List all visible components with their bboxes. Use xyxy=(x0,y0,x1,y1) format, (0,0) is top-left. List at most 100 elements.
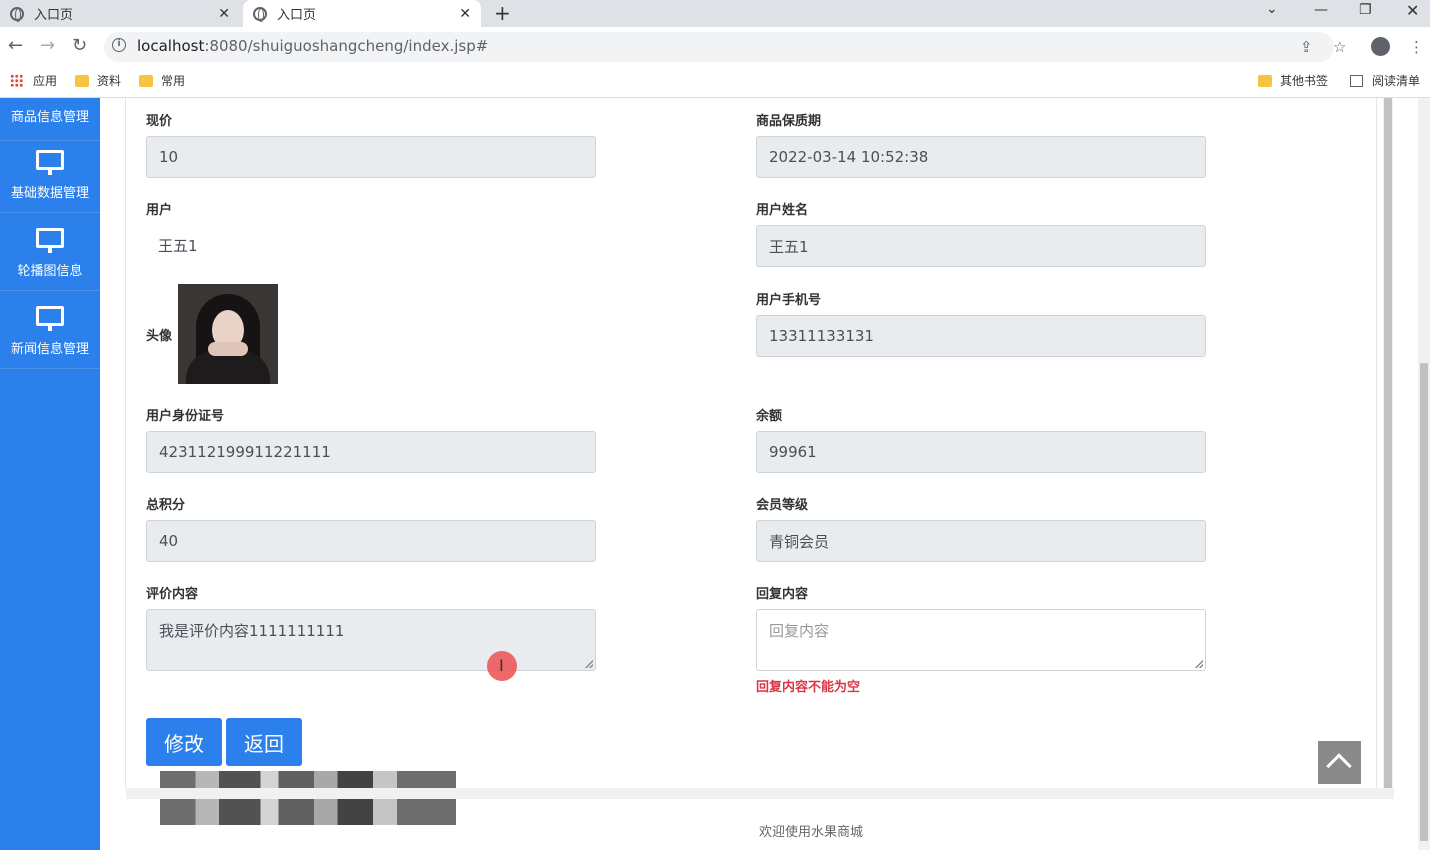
profile-avatar-icon[interactable] xyxy=(1371,37,1390,56)
back-button[interactable]: 返回 xyxy=(226,718,302,766)
resize-handle-icon[interactable] xyxy=(1195,660,1203,668)
balance-value: 99961 xyxy=(769,443,817,461)
sidebar-item-carousel[interactable]: 轮播图信息 xyxy=(0,228,100,279)
bookmark-other[interactable]: 其他书签 xyxy=(1258,72,1328,89)
reading-list-icon xyxy=(1350,74,1363,87)
reply-textarea[interactable]: 回复内容 xyxy=(756,609,1206,671)
content-scrollbar[interactable] xyxy=(1383,98,1393,788)
sidebar-item-label: 新闻信息管理 xyxy=(10,342,89,357)
phone-value: 13311133131 xyxy=(769,327,874,345)
horizontal-scrollbar[interactable] xyxy=(126,788,1394,799)
tab-title: 入口页 xyxy=(34,8,74,23)
info-icon[interactable]: i xyxy=(112,38,126,52)
sidebar-divider xyxy=(0,290,100,291)
shelf-life-label: 商品保质期 xyxy=(756,114,822,129)
apps-grid-icon xyxy=(10,74,23,87)
mouse-cursor-icon xyxy=(487,651,517,681)
page-scrollbar[interactable] xyxy=(1418,98,1430,850)
phone-field: 13311133131 xyxy=(756,315,1206,357)
user-field: 王五1 xyxy=(146,224,596,266)
tab-title: 入口页 xyxy=(277,8,317,23)
browser-tab-2[interactable]: 入口页 ✕ xyxy=(243,0,481,27)
balance-field: 99961 xyxy=(756,431,1206,473)
scrollbar-thumb[interactable] xyxy=(1420,363,1428,841)
folder-icon xyxy=(75,74,89,87)
tab-search-icon[interactable]: ⌄ xyxy=(1266,1,1278,17)
review-value: 我是评价内容1111111111 xyxy=(159,622,345,640)
content-border xyxy=(125,98,126,788)
forward-arrow-icon[interactable]: → xyxy=(40,35,55,56)
bookmark-folder-1[interactable]: 资料 xyxy=(75,72,121,89)
edit-button[interactable]: 修改 xyxy=(146,718,222,766)
bookmark-label: 常用 xyxy=(161,74,186,88)
globe-icon xyxy=(10,6,24,22)
sidebar-item-label: 基础数据管理 xyxy=(10,186,89,201)
menu-dots-icon[interactable]: ⋮ xyxy=(1409,38,1424,56)
back-to-top-button[interactable] xyxy=(1318,741,1361,784)
monitor-icon xyxy=(36,150,64,175)
reload-icon[interactable]: ↻ xyxy=(72,35,87,56)
bookmarks-bar: 应用 资料 常用 其他书签 阅读清单 xyxy=(0,67,1430,98)
close-icon[interactable]: ✕ xyxy=(459,6,471,22)
id-card-field: 423112199911221111 xyxy=(146,431,596,473)
sidebar-item-news[interactable]: 新闻信息管理 xyxy=(0,306,100,357)
minimize-icon[interactable]: — xyxy=(1314,2,1328,18)
sidebar-divider xyxy=(0,140,100,141)
chevron-up-icon xyxy=(1326,753,1352,779)
avatar-label: 头像 xyxy=(146,329,173,344)
scrollbar-thumb[interactable] xyxy=(1384,98,1392,788)
reply-placeholder: 回复内容 xyxy=(769,622,830,640)
sidebar-item-goods[interactable]: 商品信息管理 xyxy=(0,106,100,125)
browser-tab-1[interactable]: 入口页 ✕ xyxy=(0,0,240,27)
bookmark-label: 其他书签 xyxy=(1280,74,1329,88)
reading-list[interactable]: 阅读清单 xyxy=(1350,72,1420,89)
level-value: 青铜会员 xyxy=(769,532,830,551)
points-value: 40 xyxy=(159,532,179,550)
window-close-icon[interactable]: ✕ xyxy=(1406,1,1419,20)
url-host: localhost xyxy=(137,37,205,55)
phone-label: 用户手机号 xyxy=(756,293,822,308)
id-card-value: 423112199911221111 xyxy=(159,443,331,461)
footer-text: 欢迎使用水果商城 xyxy=(759,825,864,840)
user-name-label: 用户姓名 xyxy=(756,203,809,218)
avatar-image xyxy=(178,284,278,384)
url-text[interactable]: localhost:8080/shuiguoshangcheng/index.j… xyxy=(137,37,488,55)
price-field: 10 xyxy=(146,136,596,178)
close-icon[interactable]: ✕ xyxy=(218,6,230,22)
price-value: 10 xyxy=(159,148,179,166)
level-field: 青铜会员 xyxy=(756,520,1206,562)
star-icon[interactable]: ☆ xyxy=(1333,38,1346,56)
folder-icon xyxy=(139,74,153,87)
shelf-life-value: 2022-03-14 10:52:38 xyxy=(769,148,929,166)
bookmark-label: 资料 xyxy=(97,74,122,88)
resize-handle-icon[interactable] xyxy=(585,660,593,668)
user-name-value: 王五1 xyxy=(769,237,809,256)
new-tab-icon[interactable]: + xyxy=(494,1,511,25)
balance-label: 余额 xyxy=(756,409,783,424)
shelf-life-field: 2022-03-14 10:52:38 xyxy=(756,136,1206,178)
bookmark-folder-2[interactable]: 常用 xyxy=(139,72,185,89)
back-arrow-icon[interactable]: ← xyxy=(8,35,23,56)
folder-icon xyxy=(1258,74,1272,87)
sidebar-item-label: 商品信息管理 xyxy=(10,110,89,125)
sidebar-item-label: 轮播图信息 xyxy=(17,264,83,279)
user-label: 用户 xyxy=(146,203,173,218)
browser-tab-bar: 入口页 ✕ 入口页 ✕ + ⌄ — ❐ ✕ xyxy=(0,0,1430,27)
points-field: 40 xyxy=(146,520,596,562)
sidebar-item-base-data[interactable]: 基础数据管理 xyxy=(0,150,100,201)
review-label: 评价内容 xyxy=(146,587,199,602)
bookmark-apps[interactable]: 应用 xyxy=(10,72,57,89)
bookmark-label: 应用 xyxy=(33,74,58,88)
level-label: 会员等级 xyxy=(756,498,809,513)
share-icon[interactable]: ⇪ xyxy=(1300,38,1313,56)
user-value: 王五1 xyxy=(158,236,198,255)
content-border xyxy=(1376,98,1377,788)
price-label: 现价 xyxy=(146,114,173,129)
sidebar-divider xyxy=(0,368,100,369)
url-path: :8080/shuiguoshangcheng/index.jsp# xyxy=(204,37,489,55)
restore-icon[interactable]: ❐ xyxy=(1359,2,1372,18)
points-label: 总积分 xyxy=(146,498,186,513)
bookmark-label: 阅读清单 xyxy=(1372,74,1421,88)
sidebar-divider xyxy=(0,212,100,213)
reply-error-message: 回复内容不能为空 xyxy=(756,680,861,695)
